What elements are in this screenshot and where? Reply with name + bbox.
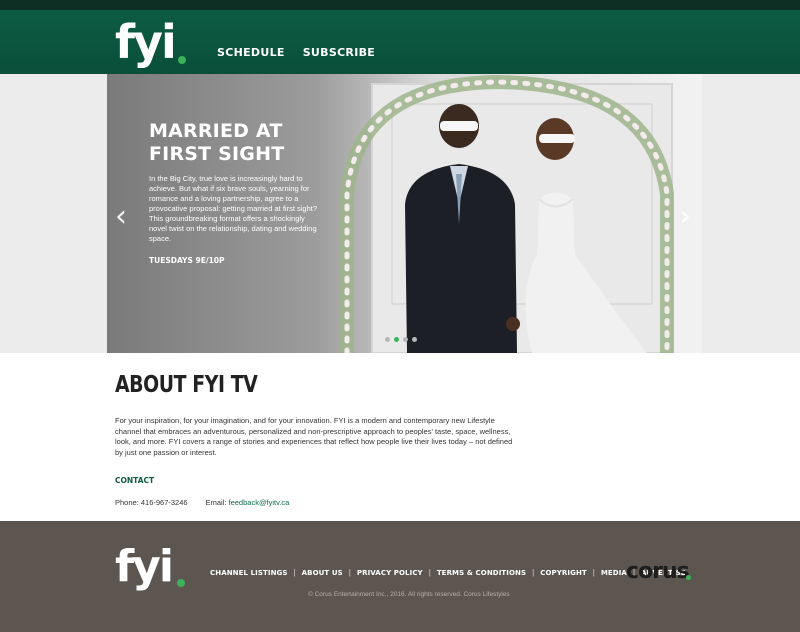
nav-schedule[interactable]: SCHEDULE xyxy=(217,46,285,59)
corus-logo[interactable]: corus xyxy=(626,559,690,584)
contact-email-label: Email: xyxy=(205,498,227,507)
slide-dot[interactable] xyxy=(385,337,390,342)
footer-logo-dot xyxy=(177,579,185,587)
logo-dot xyxy=(178,56,186,64)
about-title: ABOUT FYI TV xyxy=(115,372,258,398)
footer-link-about-us[interactable]: ABOUT US xyxy=(302,569,343,577)
hero-text: MARRIED AT FIRST SIGHT In the Big City, … xyxy=(149,120,319,265)
copyright-text: © Corus Entertainment Inc., 2016. All ri… xyxy=(308,591,510,598)
slide-dot[interactable] xyxy=(403,337,408,342)
hero-slide: MARRIED AT FIRST SIGHT In the Big City, … xyxy=(107,74,702,353)
top-strip xyxy=(0,0,800,10)
site-footer: fyi CHANNEL LISTINGS | ABOUT US | PRIVACY … xyxy=(0,521,800,632)
chevron-right-icon[interactable]: › xyxy=(679,202,691,232)
footer-link-privacy-policy[interactable]: PRIVACY POLICY xyxy=(357,569,423,577)
chevron-left-icon[interactable]: ‹ xyxy=(115,202,127,232)
contact-info: Phone: 416-967-3246 Email: feedback@fyit… xyxy=(115,498,289,507)
hero-description: In the Big City, true love is increasing… xyxy=(149,174,317,243)
corus-logo-dot xyxy=(686,575,691,580)
footer-link-media[interactable]: MEDIA xyxy=(601,569,627,577)
hero-title: MARRIED AT FIRST SIGHT xyxy=(149,120,285,165)
contact-phone: Phone: 416-967-3246 xyxy=(115,498,188,507)
slide-indicators xyxy=(385,337,417,342)
footer-link-copyright[interactable]: COPYRIGHT xyxy=(540,569,587,577)
contact-heading: CONTACT xyxy=(115,476,155,485)
about-body: For your inspiration, for your imaginati… xyxy=(115,416,513,457)
slide-dot-active[interactable] xyxy=(394,337,399,342)
contact-email-link[interactable]: feedback@fyitv.ca xyxy=(229,498,290,507)
footer-link-terms[interactable]: TERMS & CONDITIONS xyxy=(437,569,526,577)
fyi-logo[interactable]: fyi xyxy=(115,12,177,72)
footer-fyi-logo[interactable]: fyi xyxy=(115,539,174,595)
slide-dot[interactable] xyxy=(412,337,417,342)
footer-nav: CHANNEL LISTINGS | ABOUT US | PRIVACY POLI… xyxy=(210,568,686,577)
footer-link-channel-listings[interactable]: CHANNEL LISTINGS xyxy=(210,569,288,577)
nav-subscribe[interactable]: SUBSCRIBE xyxy=(303,46,375,59)
hero-airtime: TUESDAYS 9E/10P xyxy=(149,256,225,265)
main-nav: SCHEDULE SUBSCRIBE xyxy=(217,46,375,59)
site-header: fyi SCHEDULE SUBSCRIBE xyxy=(0,10,800,74)
contact-email-row: Email: feedback@fyitv.ca xyxy=(206,498,290,507)
